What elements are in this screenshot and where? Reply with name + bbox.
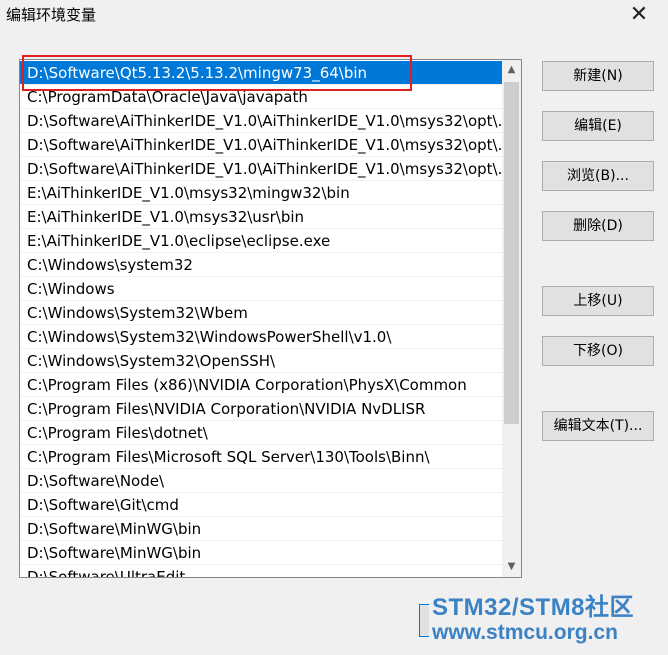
path-list-item[interactable]: D:\Software\UltraEdit <box>20 565 502 577</box>
path-list-item[interactable]: D:\Software\AiThinkerIDE_V1.0\AiThinkerI… <box>20 133 502 157</box>
scroll-down-icon[interactable]: ▼ <box>502 557 521 577</box>
new-button[interactable]: 新建(N) <box>542 61 654 91</box>
path-list-item[interactable]: C:\ProgramData\Oracle\Java\javapath <box>20 85 502 109</box>
path-list-item[interactable]: E:\AiThinkerIDE_V1.0\msys32\mingw32\bin <box>20 181 502 205</box>
path-list-item[interactable]: D:\Software\AiThinkerIDE_V1.0\AiThinkerI… <box>20 109 502 133</box>
path-list-item[interactable]: E:\AiThinkerIDE_V1.0\eclipse\eclipse.exe <box>20 229 502 253</box>
edit-text-button[interactable]: 编辑文本(T)... <box>542 411 654 441</box>
path-list-item[interactable]: C:\Windows\System32\OpenSSH\ <box>20 349 502 373</box>
edit-button[interactable]: 编辑(E) <box>542 111 654 141</box>
path-list-item[interactable]: C:\Program Files\Microsoft SQL Server\13… <box>20 445 502 469</box>
path-list-item[interactable]: D:\Software\Node\ <box>20 469 502 493</box>
close-icon[interactable]: ✕ <box>624 0 654 30</box>
ok-button-partial[interactable] <box>419 604 429 637</box>
watermark-line1: STM32/STM8社区 <box>432 594 635 621</box>
path-list-item[interactable]: D:\Software\AiThinkerIDE_V1.0\AiThinkerI… <box>20 157 502 181</box>
path-list-rows: D:\Software\Qt5.13.2\5.13.2\mingw73_64\b… <box>20 61 502 577</box>
path-list-item[interactable]: C:\Windows\System32\Wbem <box>20 301 502 325</box>
move-down-button[interactable]: 下移(O) <box>542 336 654 366</box>
scroll-up-icon[interactable]: ▲ <box>502 60 521 80</box>
scroll-thumb[interactable] <box>504 82 519 424</box>
dialog-title: 编辑环境变量 <box>6 6 97 24</box>
path-list-item[interactable]: C:\Windows <box>20 277 502 301</box>
path-listbox[interactable]: D:\Software\Qt5.13.2\5.13.2\mingw73_64\b… <box>19 59 522 578</box>
watermark-line2: www.stmcu.org.cn <box>432 621 618 644</box>
path-list-item[interactable]: D:\Software\Qt5.13.2\5.13.2\mingw73_64\b… <box>20 61 502 85</box>
path-list-item[interactable]: D:\Software\MinWG\bin <box>20 517 502 541</box>
browse-button[interactable]: 浏览(B)... <box>542 161 654 191</box>
path-list-item[interactable]: C:\Program Files\NVIDIA Corporation\NVID… <box>20 397 502 421</box>
path-list-item[interactable]: C:\Program Files (x86)\NVIDIA Corporatio… <box>20 373 502 397</box>
path-list-item[interactable]: E:\AiThinkerIDE_V1.0\msys32\usr\bin <box>20 205 502 229</box>
watermark: STM32/STM8社区 www.stmcu.org.cn <box>432 594 635 644</box>
path-list-item[interactable]: D:\Software\Git\cmd <box>20 493 502 517</box>
vertical-scrollbar[interactable]: ▲ ▼ <box>502 60 521 577</box>
move-up-button[interactable]: 上移(U) <box>542 286 654 316</box>
path-list-item[interactable]: C:\Windows\System32\WindowsPowerShell\v1… <box>20 325 502 349</box>
path-list-item[interactable]: C:\Program Files\dotnet\ <box>20 421 502 445</box>
delete-button[interactable]: 删除(D) <box>542 211 654 241</box>
path-list-item[interactable]: C:\Windows\system32 <box>20 253 502 277</box>
path-list-item[interactable]: D:\Software\MinWG\bin <box>20 541 502 565</box>
